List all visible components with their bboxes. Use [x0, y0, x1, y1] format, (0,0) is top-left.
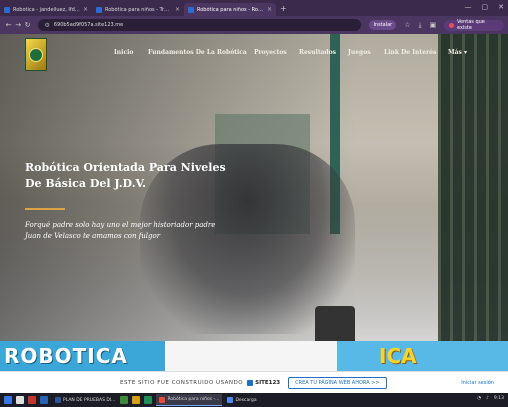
browser-tab-active[interactable]: Robótica para niños - Robótica... × — [184, 3, 276, 16]
start-icon[interactable] — [4, 396, 12, 404]
nav-juegos[interactable]: Juegos — [348, 49, 371, 56]
volume-icon[interactable]: ♪ — [486, 396, 489, 401]
hero-photo-bin — [315, 306, 355, 344]
nav-fundamentos[interactable]: Fundamentos De La Robótica — [148, 49, 247, 56]
browser-tab[interactable]: Robótica para niños - Trabajo... × — [92, 3, 184, 16]
nav-link-interes[interactable]: Link De Interés — [384, 49, 436, 56]
robotica-banner-right: ICA — [337, 341, 508, 371]
site-info-icon[interactable]: ⚙ — [44, 22, 49, 29]
taskbar-item[interactable]: PLAN DE PRUEBAS DI... — [52, 394, 118, 406]
website-viewport: Inicio Fundamentos De La Robótica Proyec… — [0, 34, 508, 407]
browser-tab-bar: Robotica - jandeiluez, Ifdhgv... × Robót… — [0, 0, 508, 16]
taskbar-item-label: PLAN DE PRUEBAS DI... — [63, 397, 116, 403]
app-icon[interactable] — [40, 396, 48, 404]
site123-logo-icon — [247, 379, 254, 386]
tab-title: Robótica para niños - Robótica... — [197, 6, 264, 13]
taskbar-item-label: Descarga — [235, 397, 257, 403]
tab-favicon-icon — [188, 6, 194, 13]
robotica-banner: ROBOTICA — [0, 341, 165, 371]
site-nav: Inicio Fundamentos De La Robótica Proyec… — [0, 49, 508, 61]
url-text: 690b5ad9f057a.site123.me — [53, 22, 124, 28]
close-tab-icon[interactable]: × — [267, 6, 272, 13]
site123-brand: SITE123 — [255, 379, 281, 386]
create-website-button[interactable]: CREA TU PÁGINA WEB AHORA >> — [288, 376, 387, 389]
hero-subtext-line: Juan de Velasco te amamos con fulgor — [25, 232, 161, 240]
taskbar-item-label: Robótica para niños -... — [167, 397, 220, 402]
hero-divider — [25, 208, 65, 210]
site123-logo[interactable]: SITE123 — [247, 379, 281, 386]
extensions-icon[interactable]: ▣ — [430, 21, 437, 29]
tab-title: Robótica para niños - Trabajo... — [105, 6, 172, 13]
tab-favicon-icon — [96, 6, 102, 13]
login-link[interactable]: Iniciar sesión — [461, 380, 494, 386]
chrome-icon — [159, 396, 166, 403]
clock[interactable]: 9:13 — [494, 396, 504, 401]
system-tray: ◔ ♪ 9:13 — [477, 396, 504, 401]
taskbar-item[interactable]: Descarga — [224, 394, 259, 406]
site123-notice: ESTE SITIO FUE CONSTRUIDO USANDO — [120, 379, 244, 386]
nav-mas-dropdown[interactable]: Más ▾ — [448, 49, 467, 56]
network-icon[interactable]: ◔ — [477, 396, 481, 401]
reload-icon[interactable]: ↻ — [23, 21, 32, 29]
hero-headline-line: De Básica Del J.D.V. — [25, 177, 146, 190]
banner-blank — [165, 341, 337, 371]
hero-headline-line: Robótica Orientada Para Niveles — [25, 161, 226, 174]
back-icon[interactable]: ← — [4, 21, 13, 29]
site123-footer-bar: ESTE SITIO FUE CONSTRUIDO USANDO SITE123… — [0, 371, 508, 393]
app-icon[interactable] — [120, 396, 129, 404]
search-icon[interactable] — [16, 396, 24, 404]
url-field[interactable]: ⚙ 690b5ad9f057a.site123.me — [38, 19, 362, 31]
nav-inicio[interactable]: Inicio — [114, 49, 133, 56]
nav-proyectos[interactable]: Proyectos — [254, 49, 287, 56]
download-icon[interactable]: ⤓ — [419, 21, 422, 30]
download-icon — [227, 397, 234, 403]
word-icon — [55, 397, 61, 403]
browser-tab[interactable]: Robotica - jandeiluez, Ifdhgv... × — [0, 3, 92, 16]
profile-button[interactable]: Ventas que existe — [444, 19, 505, 31]
close-window-icon[interactable]: ✕ — [498, 3, 504, 11]
new-tab-button[interactable]: + — [280, 4, 287, 13]
close-tab-icon[interactable]: × — [175, 6, 180, 13]
hero-subtext: Forqué padre solo hay uno el mejor histo… — [25, 220, 235, 242]
forward-icon[interactable]: → — [13, 21, 22, 29]
os-taskbar: PLAN DE PRUEBAS DI... Robótica para niño… — [0, 393, 508, 407]
app-icon[interactable] — [144, 396, 153, 404]
folder-icon[interactable] — [132, 396, 141, 404]
close-tab-icon[interactable]: × — [83, 6, 88, 13]
tab-title: Robotica - jandeiluez, Ifdhgv... — [13, 6, 80, 13]
app-icon[interactable] — [28, 396, 36, 404]
install-label: Instalar — [373, 22, 393, 28]
hero-headline: Robótica Orientada Para Niveles De Básic… — [25, 160, 255, 192]
address-bar: ← → ↻ ⚙ 690b5ad9f057a.site123.me Instala… — [0, 16, 508, 34]
profile-label: Ventas que existe — [456, 19, 485, 31]
promo-banners: ROBOTICA ICA — [0, 341, 508, 371]
taskbar-item-active[interactable]: Robótica para niños -... — [156, 394, 223, 406]
install-button[interactable]: Instalar — [369, 20, 397, 30]
minimize-icon[interactable]: — — [465, 3, 472, 11]
hero-subtext-line: Forqué padre solo hay uno el mejor histo… — [25, 221, 216, 229]
profile-avatar-icon — [449, 22, 454, 28]
maximize-icon[interactable]: ▢ — [482, 3, 489, 11]
window-controls: — ▢ ✕ — [465, 3, 505, 11]
nav-resultados[interactable]: Resultados — [299, 49, 336, 56]
tab-favicon-icon — [4, 6, 10, 13]
bookmark-star-icon[interactable]: ☆ — [404, 21, 410, 29]
hero-photo-grille — [438, 34, 508, 344]
